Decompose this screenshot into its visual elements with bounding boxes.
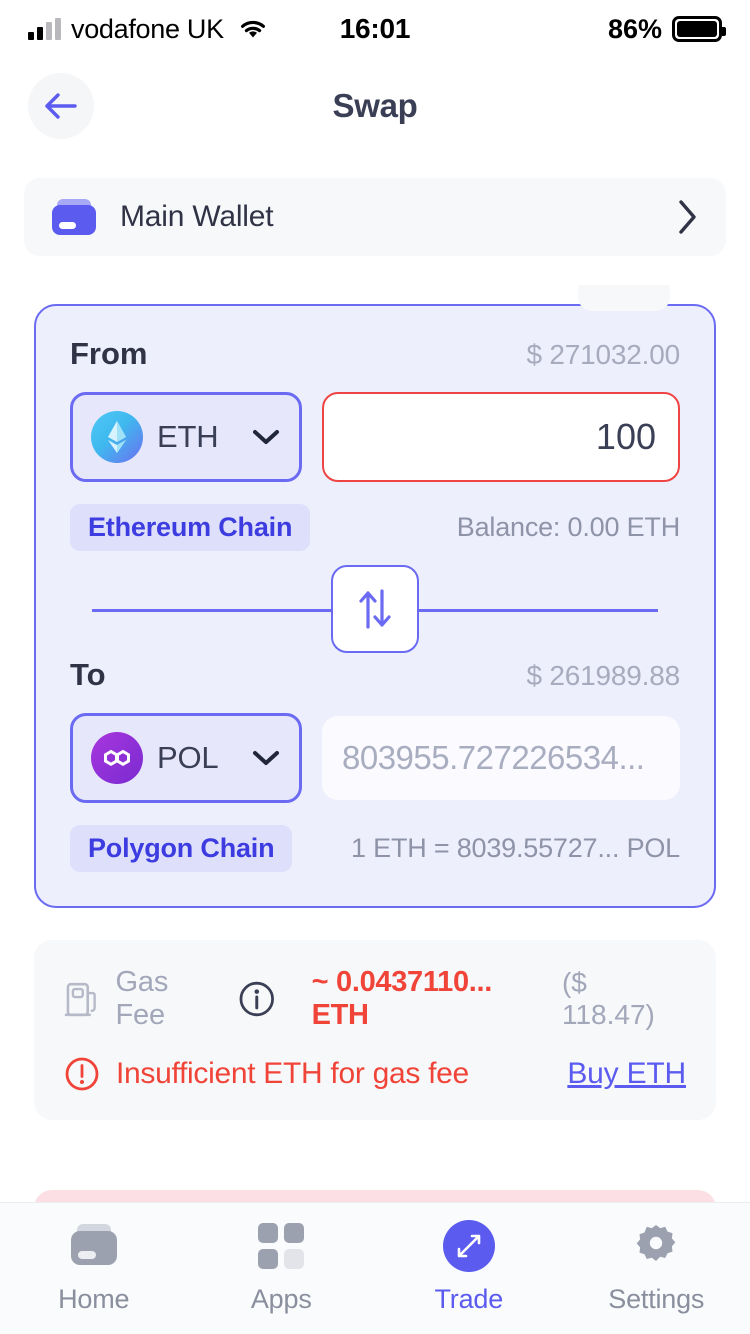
swap-direction-row <box>70 561 680 657</box>
alert-circle-icon <box>65 1057 99 1091</box>
eth-token-icon <box>91 411 143 463</box>
trade-expand-icon <box>442 1220 495 1272</box>
gear-nav-icon <box>631 1222 681 1270</box>
info-icon[interactable] <box>238 980 276 1018</box>
gas-pump-icon <box>64 982 96 1017</box>
swap-direction-button[interactable] <box>331 565 419 653</box>
gas-fee-value: ~ 0.0437110... ETH <box>311 966 493 1031</box>
from-row: ETH 100 <box>70 392 680 482</box>
to-usd-value: $ 261989.88 <box>526 660 680 691</box>
chevron-down-icon <box>253 751 279 765</box>
wallet-name-label: Main Wallet <box>120 200 274 233</box>
from-token-selector[interactable]: ETH <box>70 392 302 482</box>
gas-fee-label: Gas Fee <box>115 966 169 1031</box>
pol-token-icon <box>91 732 143 784</box>
tab-trade-label: Trade <box>434 1284 504 1314</box>
gas-warning-label: Insufficient ETH for gas fee <box>116 1057 469 1090</box>
swap-screen: vodafone UK 16:01 86% Swap Main Wallet F… <box>0 0 750 1334</box>
from-balance-label: Balance: 0.00 ETH <box>456 512 680 542</box>
hidden-panel-edge <box>578 285 670 311</box>
wallet-icon <box>52 197 96 237</box>
gas-fee-row: Gas Fee ~ 0.0437110... ETH ($ 118.47) <box>64 966 686 1032</box>
gas-warning-row: Insufficient ETH for gas fee Buy ETH <box>64 1056 686 1092</box>
to-row: POL 803955.727226534... <box>70 713 680 803</box>
battery-icon <box>672 16 726 42</box>
to-label: To <box>70 657 106 692</box>
tab-settings-label: Settings <box>608 1284 705 1314</box>
tab-home-label: Home <box>58 1284 130 1314</box>
buy-eth-link[interactable]: Buy ETH <box>567 1057 686 1091</box>
from-amount-input[interactable]: 100 <box>322 392 680 482</box>
from-usd-value: $ 271032.00 <box>526 339 680 370</box>
to-token-symbol: POL <box>157 740 219 775</box>
chevron-right-icon <box>679 200 696 234</box>
wallet-selector[interactable]: Main Wallet <box>24 178 726 256</box>
gas-fee-usd: ($ 118.47) <box>561 967 655 1030</box>
from-header: From $ 271032.00 <box>70 336 680 372</box>
to-amount-output: 803955.727226534... <box>322 716 680 800</box>
to-meta: Polygon Chain 1 ETH = 8039.55727... POL <box>70 825 680 872</box>
to-header: To $ 261989.88 <box>70 657 680 693</box>
grid-nav-icon <box>258 1222 305 1270</box>
bottom-tab-bar: Home Apps Trade Settings <box>0 1202 750 1334</box>
tab-home[interactable]: Home <box>0 1222 188 1315</box>
clock-label: 16:01 <box>339 13 411 44</box>
to-chain-badge: Polygon Chain <box>70 825 293 872</box>
from-label: From <box>70 336 148 371</box>
swap-direction-icon <box>359 589 391 629</box>
tab-apps-label: Apps <box>250 1284 312 1314</box>
page-header: Swap <box>0 58 750 154</box>
status-bar: vodafone UK 16:01 86% <box>0 0 750 58</box>
swap-card: From $ 271032.00 ETH 100 Ethereum Chain … <box>34 304 716 908</box>
exchange-rate-label: 1 ETH = 8039.55727... POL <box>351 833 680 863</box>
tab-apps[interactable]: Apps <box>188 1222 376 1315</box>
chevron-down-icon <box>253 430 279 444</box>
wallet-nav-icon <box>70 1222 117 1270</box>
from-token-symbol: ETH <box>157 419 219 454</box>
to-token-selector[interactable]: POL <box>70 713 302 803</box>
page-title: Swap <box>332 87 418 124</box>
gas-fee-panel: Gas Fee ~ 0.0437110... ETH ($ 118.47) In… <box>34 940 716 1120</box>
tab-settings[interactable]: Settings <box>563 1222 750 1315</box>
from-meta: Ethereum Chain Balance: 0.00 ETH <box>70 504 680 551</box>
tab-trade[interactable]: Trade <box>375 1220 563 1315</box>
from-chain-badge: Ethereum Chain <box>70 504 311 551</box>
